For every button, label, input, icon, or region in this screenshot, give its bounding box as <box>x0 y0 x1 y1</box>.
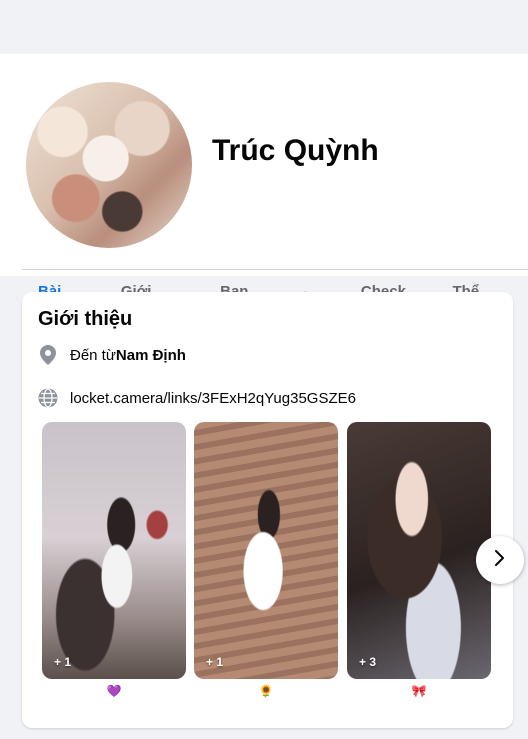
globe-icon <box>38 388 58 408</box>
featured-count-badge: + 3 <box>359 655 377 669</box>
hometown-row: Đến từ Nam Định <box>38 343 186 367</box>
hometown-link[interactable]: Nam Định <box>116 347 186 364</box>
featured-title-1: 💜 <box>106 684 122 698</box>
featured-item-2[interactable]: + 1 <box>194 422 338 679</box>
chevron-right-icon <box>494 549 506 572</box>
profile-name: Trúc Quỳnh <box>212 134 379 167</box>
top-band <box>0 0 528 54</box>
profile-avatar[interactable] <box>22 78 196 252</box>
website-row: locket.camera/links/3FExH2qYug35GSZE6 <box>38 386 356 410</box>
intro-title: Giới thiệu <box>38 308 133 330</box>
featured-count-badge: + 1 <box>54 655 72 669</box>
featured-count-badge: + 1 <box>206 655 224 669</box>
avatar-image <box>26 82 192 248</box>
website-link[interactable]: locket.camera/links/3FExH2qYug35GSZE6 <box>70 390 356 407</box>
hometown-prefix: Đến từ <box>70 346 116 364</box>
featured-title-3: 🎀 <box>411 684 427 698</box>
featured-title-2: 🌻 <box>258 684 274 698</box>
next-featured-button[interactable] <box>476 536 524 584</box>
featured-item-3[interactable]: + 3 <box>347 422 491 679</box>
intro-card: Giới thiệu Đến từ Nam Định locket.camera… <box>22 292 524 728</box>
featured-collections: + 1 + 1 + 3 💜 🌻 🎀 <box>42 422 502 698</box>
featured-item-1[interactable]: + 1 <box>42 422 186 679</box>
location-pin-icon <box>38 345 58 365</box>
profile-header: Trúc Quỳnh Bài viết Giới thiệu Bạn bè Ản… <box>0 54 528 330</box>
